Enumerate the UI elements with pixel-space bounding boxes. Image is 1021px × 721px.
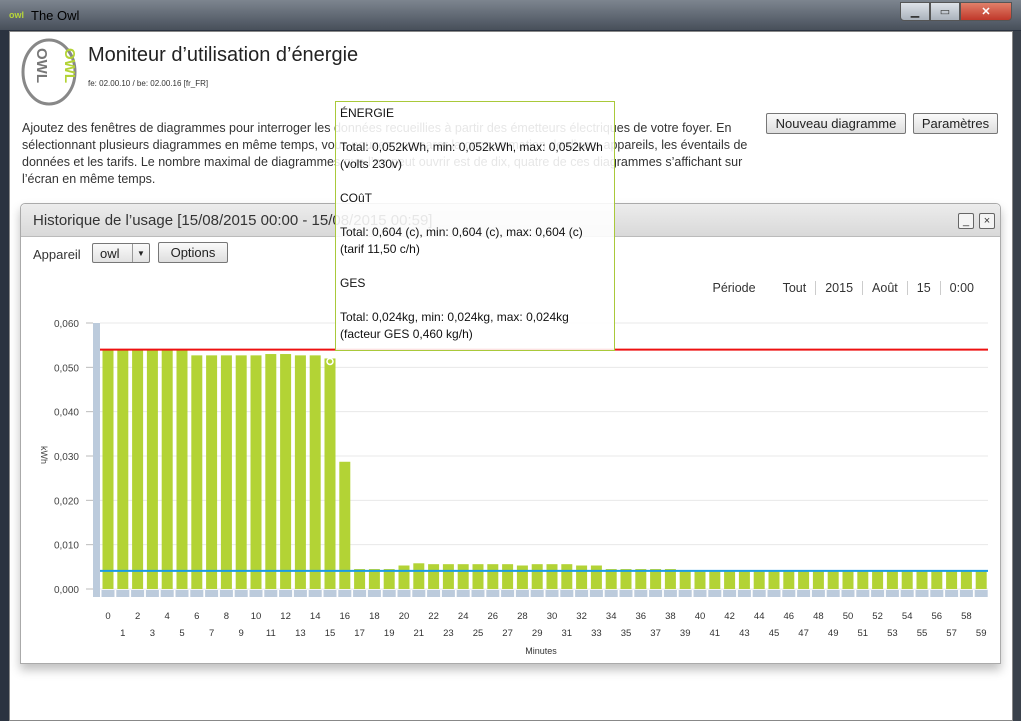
period-year[interactable]: 2015 [815,281,862,295]
device-select[interactable]: owl ▼ [92,243,150,263]
page-title: Moniteur d’utilisation d’énergie [88,44,359,66]
minimize-button[interactable]: ▁ [900,2,930,21]
tooltip-cost-line: Total: 0,604 (c), min: 0,604 (c), max: 0… [340,225,583,239]
data-tooltip: ÉNERGIE Total: 0,052kWh, min: 0,052kWh, … [335,101,615,351]
tooltip-ghg-note: (facteur GES 0,460 kg/h) [340,327,473,341]
version-text: fe: 02.00.10 / be: 02.00.16 [fr_FR] [88,79,209,88]
panel-close-button[interactable]: × [979,213,995,229]
owl-logo: OWL OWL [21,38,77,106]
svg-text:OWL: OWL [33,48,50,83]
svg-text:OWL: OWL [61,48,77,83]
new-chart-button[interactable]: Nouveau diagramme [766,113,906,134]
panel-minimize-button[interactable]: _ [958,213,974,229]
tooltip-energy-line: Total: 0,052kWh, min: 0,052kWh, max: 0,0… [340,140,603,154]
period-selector: Période Tout 2015 Août 15 0:00 [712,281,983,295]
title-bar: owl The Owl ▁ ▭ ✕ [0,0,1021,30]
owl-app-icon: owl [9,10,24,20]
period-hour[interactable]: 0:00 [939,281,983,295]
tooltip-cost-title: COûT [340,191,373,205]
tooltip-energy-title: ÉNERGIE [340,106,395,120]
window-title: The Owl [31,8,80,23]
options-button[interactable]: Options [158,242,228,263]
period-month[interactable]: Août [862,281,907,295]
period-label: Période [712,281,756,295]
settings-button[interactable]: Paramètres [913,113,998,134]
period-day[interactable]: 15 [906,281,940,295]
device-value: owl [100,246,120,261]
tooltip-ghg-title: GES [340,276,366,290]
tooltip-cost-note: (tarif 11,50 c/h) [340,242,420,256]
close-button[interactable]: ✕ [960,2,1012,21]
tooltip-energy-note: (volts 230v) [340,157,403,171]
tooltip-ghg-line: Total: 0,024kg, min: 0,024kg, max: 0,024… [340,310,569,324]
device-label: Appareil [33,247,81,262]
maximize-button[interactable]: ▭ [930,2,960,21]
chevron-down-icon[interactable]: ▼ [132,244,149,262]
window-edge [1013,31,1021,721]
period-all[interactable]: Tout [774,281,816,295]
